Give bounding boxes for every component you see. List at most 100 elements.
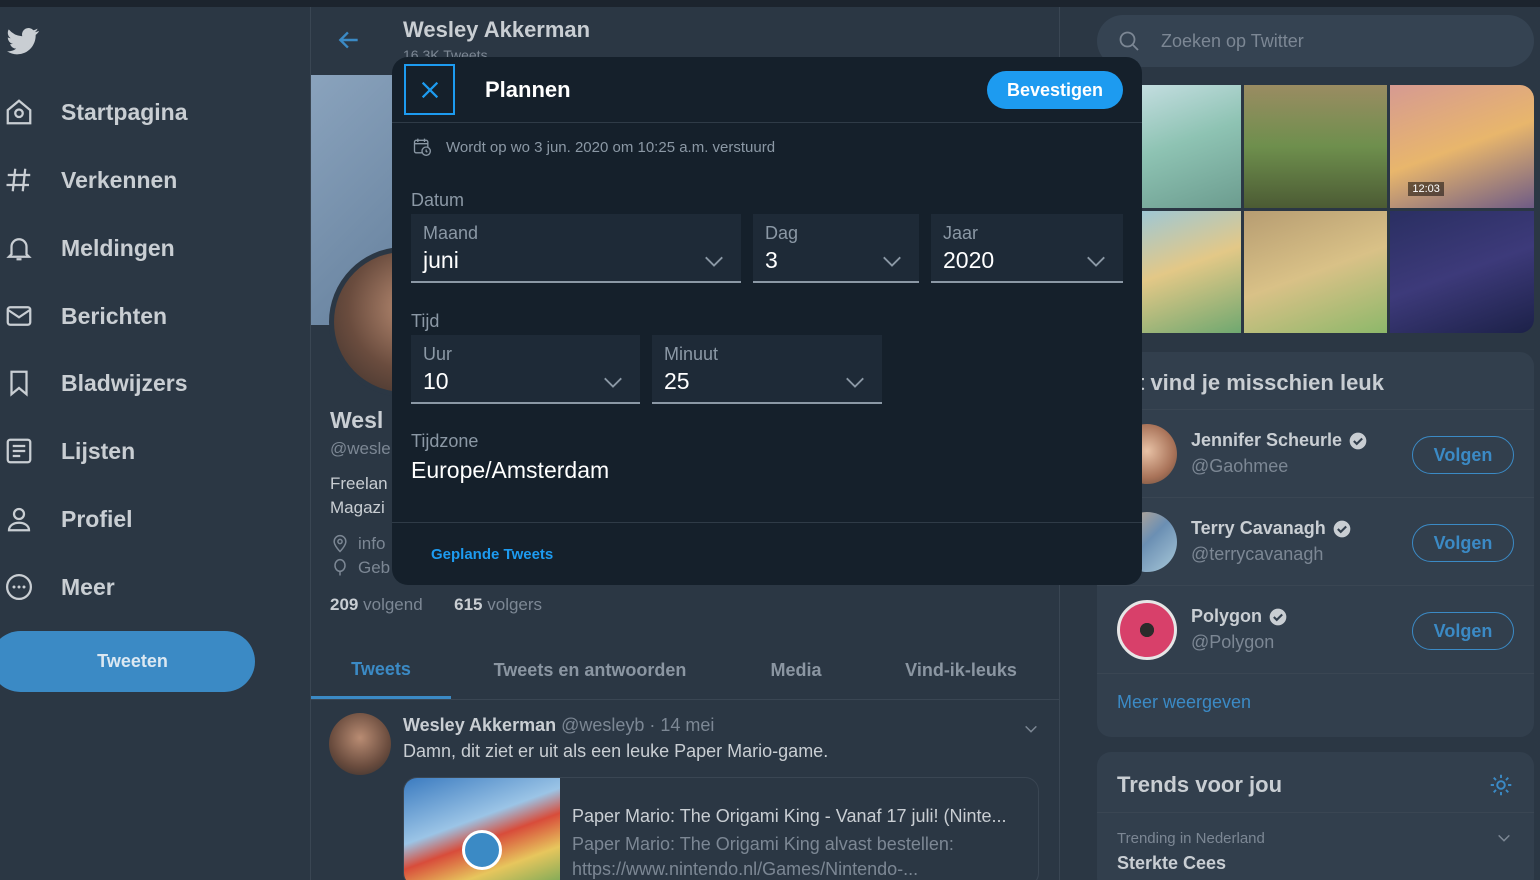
trends-box: Trends voor jou Trending in Nederland St…: [1097, 752, 1534, 880]
verified-badge-icon: [1349, 432, 1367, 449]
tweet-text: Damn, dit ziet er uit als een leuke Pape…: [403, 741, 829, 761]
trends-divider: [1097, 812, 1534, 813]
sidebar-item-startpagina[interactable]: Startpagina: [0, 87, 188, 137]
follow-button[interactable]: Volgen: [1412, 612, 1514, 650]
media-thumb[interactable]: [1243, 210, 1388, 333]
show-more-link[interactable]: Meer weergeven: [1117, 692, 1251, 713]
following-label[interactable]: volgend: [363, 595, 423, 614]
chevron-down-icon: [883, 256, 901, 267]
chevron-down-icon[interactable]: [1496, 830, 1512, 846]
card-desc-line: https://www.nintendo.nl/Games/Nintendo-.…: [572, 859, 919, 879]
tweet-author[interactable]: Wesley Akkerman: [403, 715, 556, 735]
who-to-follow-title: t vind je misschien leuk: [1137, 370, 1384, 395]
hour-value: 10: [423, 368, 449, 394]
suggestion-name[interactable]: Jennifer Scheurle: [1191, 430, 1342, 451]
card-description: Paper Mario: The Origami King alvast bes…: [572, 832, 1032, 880]
schedule-summary: Wordt op wo 3 jun. 2020 om 10:25 a.m. ve…: [412, 137, 775, 157]
sidebar-item-label: Startpagina: [61, 98, 188, 125]
tab-likes[interactable]: Vind-ik-leuks: [863, 642, 1059, 699]
suggestion-name[interactable]: Terry Cavanagh: [1191, 518, 1326, 539]
sidebar-item-verkennen[interactable]: Verkennen: [0, 155, 177, 205]
scheduled-tweets-link[interactable]: Geplande Tweets: [431, 546, 553, 563]
search-input[interactable]: Zoeken op Twitter: [1097, 15, 1534, 67]
balloon-icon: [334, 558, 346, 576]
chevron-down-icon: [604, 377, 622, 388]
search-icon: [1119, 31, 1139, 51]
tweet-avatar[interactable]: [329, 713, 391, 775]
tweet-button[interactable]: Tweeten: [0, 631, 255, 692]
chevron-down-icon[interactable]: [1023, 721, 1039, 737]
verified-badge-icon: [1333, 520, 1351, 537]
profile-name: Wesl: [330, 407, 384, 433]
month-select[interactable]: Maand juni: [411, 214, 741, 283]
suggestion-item[interactable]: Polygon @Polygon Volgen: [1097, 585, 1534, 673]
trend-name[interactable]: Sterkte Cees: [1117, 853, 1226, 874]
tweet-header: Wesley Akkerman @wesleyb · 14 mei: [403, 715, 714, 736]
hour-label: Uur: [423, 344, 453, 364]
gear-icon[interactable]: [1488, 772, 1514, 798]
sidebar-item-label: Profiel: [61, 505, 133, 532]
tweet[interactable]: Wesley Akkerman @wesleyb · 14 mei Damn, …: [311, 701, 1059, 880]
suggestion-name-row: Terry Cavanagh: [1191, 518, 1352, 539]
profile-header-name: Wesley Akkerman: [403, 17, 591, 42]
year-value: 2020: [943, 247, 995, 273]
more-icon: [6, 574, 32, 600]
hour-select[interactable]: Uur 10: [411, 335, 640, 404]
hashtag-icon: [6, 168, 31, 192]
calendar-clock-icon: [413, 138, 431, 156]
sidebar-item-label: Meer: [61, 573, 115, 600]
following-count[interactable]: 209: [330, 595, 358, 614]
follow-button[interactable]: Volgen: [1412, 436, 1514, 474]
back-arrow-icon[interactable]: [336, 27, 362, 53]
followers-count[interactable]: 615: [454, 595, 482, 614]
bookmark-icon: [10, 370, 28, 397]
search-placeholder: Zoeken op Twitter: [1161, 30, 1304, 51]
tab-tweets[interactable]: Tweets: [311, 642, 451, 699]
more-link-row: Meer weergeven: [1097, 673, 1534, 737]
close-button[interactable]: [404, 64, 455, 115]
sidebar-item-label: Bladwijzers: [61, 369, 188, 396]
day-label: Dag: [765, 223, 799, 243]
media-thumb[interactable]: [1390, 210, 1534, 333]
person-icon: [7, 507, 31, 532]
sidebar-item-label: Meldingen: [61, 234, 175, 261]
media-thumb[interactable]: [1243, 85, 1388, 208]
media-thumb[interactable]: 12:03: [1390, 85, 1534, 208]
year-select[interactable]: Jaar 2020: [931, 214, 1123, 283]
who-to-follow: t vind je misschien leuk Jennifer Scheur…: [1097, 352, 1534, 737]
sidebar-item-profiel[interactable]: Profiel: [0, 494, 133, 544]
month-value: juni: [423, 247, 459, 273]
schedule-summary-text: Wordt op wo 3 jun. 2020 om 10:25 a.m. ve…: [446, 138, 776, 156]
sidebar-item-berichten[interactable]: Berichten: [0, 291, 167, 341]
suggestion-name-row: Polygon: [1191, 606, 1288, 627]
suggestion-name[interactable]: Polygon: [1191, 606, 1262, 627]
link-card[interactable]: Paper Mario: The Origami King - Vanaf 17…: [403, 777, 1039, 880]
profile-born: Geb: [330, 558, 390, 578]
follow-button[interactable]: Volgen: [1412, 524, 1514, 562]
profile-tabs: Tweets Tweets en antwoorden Media Vind-i…: [311, 642, 1059, 700]
dialog-divider: [392, 122, 1142, 123]
suggestion-item[interactable]: Terry Cavanagh @terrycavanagh Volgen: [1097, 497, 1534, 585]
year-label: Jaar: [943, 223, 979, 243]
chevron-down-icon: [846, 377, 864, 388]
tab-tweets-replies[interactable]: Tweets en antwoorden: [451, 642, 729, 699]
bell-icon: [6, 238, 32, 261]
day-select[interactable]: Dag 3: [753, 214, 919, 283]
month-label: Maand: [423, 223, 479, 243]
time-section-label: Tijd: [411, 311, 440, 331]
sidebar-item-meer[interactable]: Meer: [0, 562, 115, 612]
minute-label: Minuut: [664, 344, 719, 364]
sidebar-item-meldingen[interactable]: Meldingen: [0, 223, 175, 273]
card-thumbnail: [404, 778, 560, 880]
profile-link[interactable]: info: [330, 534, 385, 554]
twitter-logo-icon[interactable]: [4, 25, 42, 57]
polygon-logo-icon[interactable]: [1117, 600, 1177, 660]
confirm-button[interactable]: Bevestigen: [987, 71, 1123, 109]
followers-label[interactable]: volgers: [487, 595, 542, 614]
sidebar-item-label: Berichten: [61, 302, 168, 329]
minute-select[interactable]: Minuut 25: [652, 335, 882, 404]
sidebar-item-lijsten[interactable]: Lijsten: [0, 426, 135, 476]
sidebar-item-bladwijzers[interactable]: Bladwijzers: [0, 358, 188, 408]
suggestion-item[interactable]: Jennifer Scheurle @Gaohmee Volgen: [1097, 409, 1534, 497]
tab-media[interactable]: Media: [729, 642, 863, 699]
